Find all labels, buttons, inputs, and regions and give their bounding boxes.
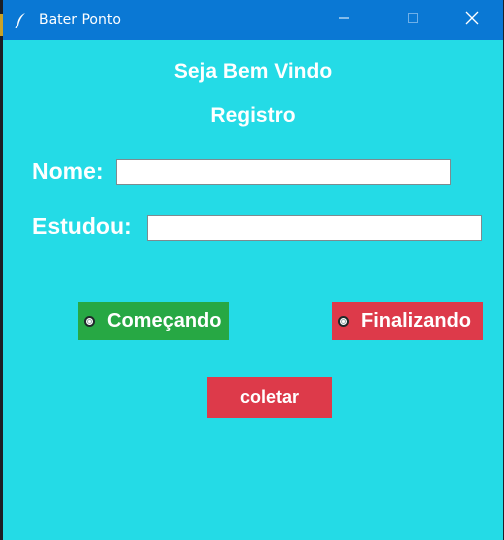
maximize-icon (407, 11, 419, 29)
radio-finalizando-label: Finalizando (361, 309, 471, 332)
nome-field[interactable] (116, 159, 451, 185)
title-bar: Bater Ponto (3, 0, 503, 40)
window-title: Bater Ponto (39, 12, 121, 28)
registro-heading: Registro (210, 104, 296, 127)
nome-label: Nome: (32, 158, 104, 184)
close-button[interactable] (449, 0, 495, 40)
coletar-button-label: coletar (239, 387, 300, 407)
radio-comecando[interactable]: Começando (78, 302, 229, 340)
feather-icon (14, 12, 28, 29)
coletar-button[interactable]: coletar (207, 377, 332, 418)
radio-indicator-icon (84, 315, 95, 327)
estudou-label: Estudou: (32, 213, 132, 239)
app-window: Bater Ponto Seja Bem Vindo Registro Nome… (3, 0, 503, 540)
radio-indicator-icon (338, 315, 349, 327)
estudou-field[interactable] (147, 215, 482, 241)
minimize-icon (338, 11, 350, 29)
welcome-heading: Seja Bem Vindo (173, 60, 333, 83)
minimize-button[interactable] (321, 0, 367, 40)
radio-comecando-label: Começando (107, 309, 222, 332)
maximize-button[interactable] (390, 0, 436, 40)
radio-finalizando[interactable]: Finalizando (332, 302, 483, 340)
close-icon (465, 11, 479, 30)
